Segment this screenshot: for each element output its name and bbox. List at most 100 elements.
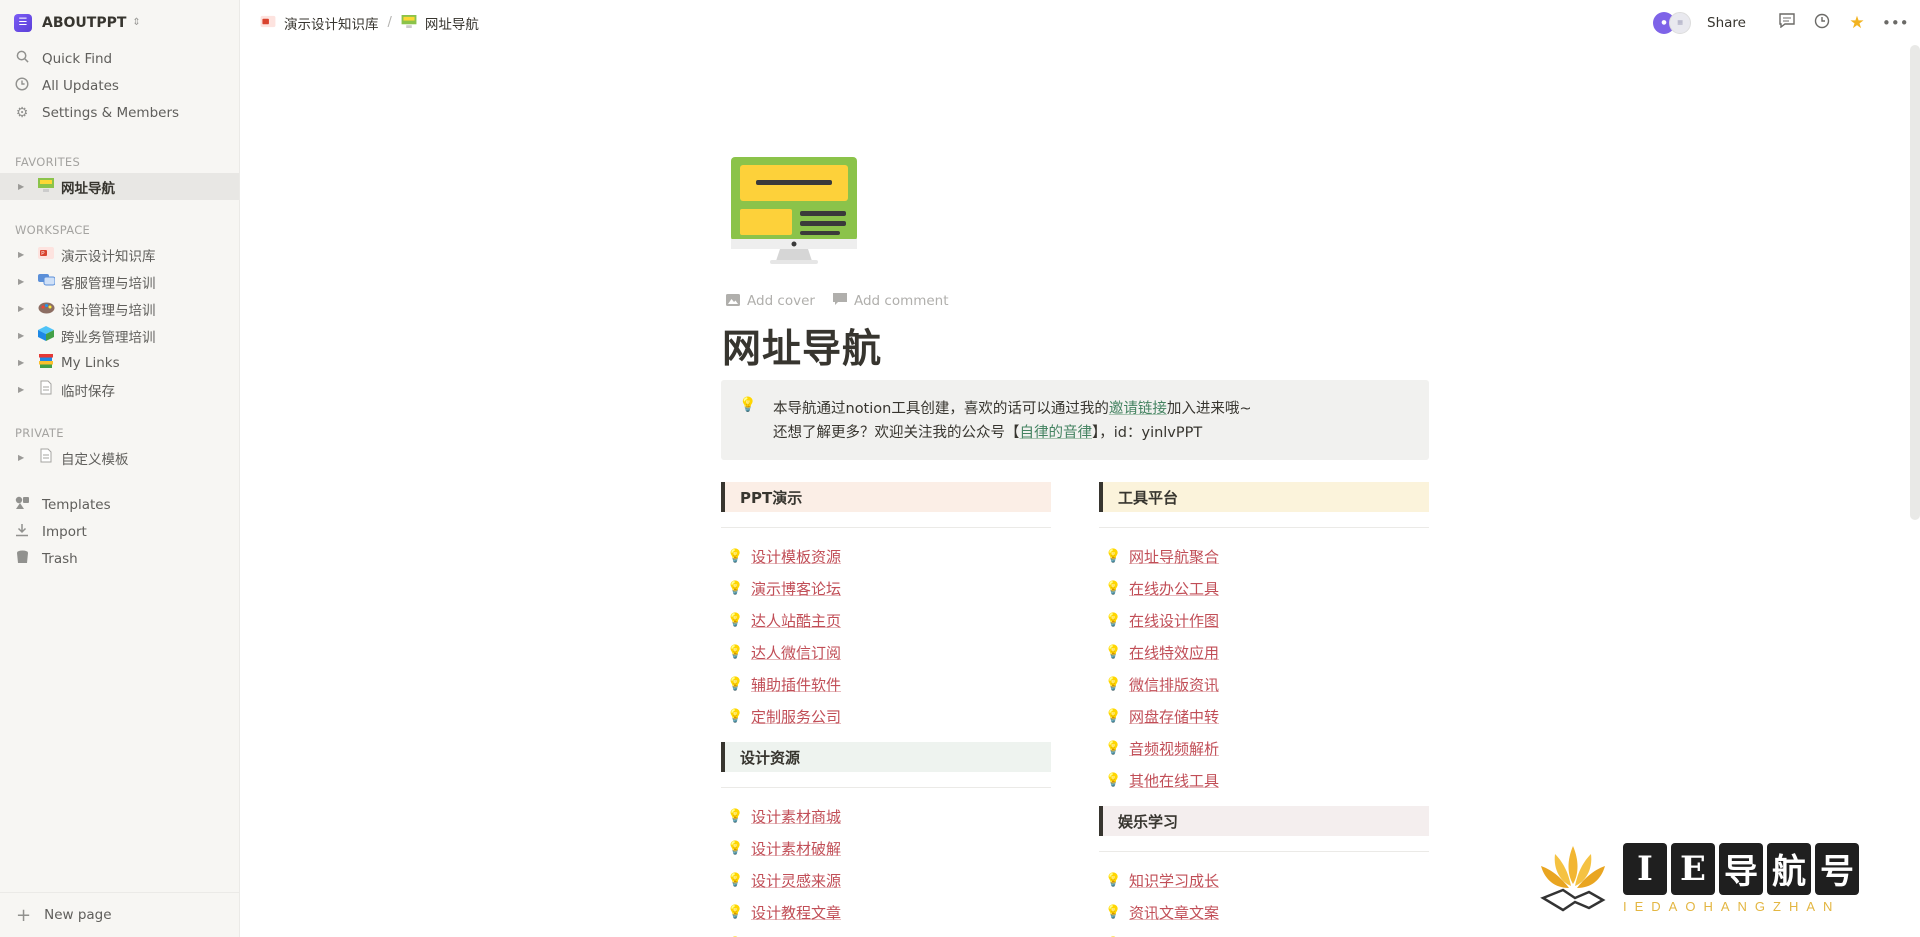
- callout-text-segment: 】，id：yinlvPPT: [1092, 425, 1203, 441]
- sidebar-item-custom-template[interactable]: ▶ 自定义模板: [0, 444, 239, 471]
- wechat-account-link[interactable]: 自律的音律: [1020, 425, 1093, 441]
- link-item[interactable]: 💡 网址导航聚合: [1099, 540, 1429, 572]
- settings-members-button[interactable]: ⚙ Settings & Members: [0, 99, 239, 126]
- lightbulb-icon: 💡: [739, 397, 757, 413]
- link-text[interactable]: 设计模板资源: [751, 546, 841, 567]
- expand-triangle-icon[interactable]: ▶: [18, 331, 28, 340]
- link-item[interactable]: 💡 在线办公工具: [1099, 572, 1429, 604]
- more-options-icon[interactable]: •••: [1882, 14, 1909, 32]
- link-text[interactable]: 达人微信订阅: [751, 642, 841, 663]
- link-text[interactable]: 其他在线工具: [1129, 770, 1219, 791]
- favorite-star-icon[interactable]: ★: [1847, 13, 1867, 33]
- link-text[interactable]: 网址导航聚合: [1129, 546, 1219, 567]
- link-item[interactable]: 💡 在线特效应用: [1099, 636, 1429, 668]
- invite-link[interactable]: 邀请链接: [1109, 401, 1167, 417]
- sidebar-item-customer-service[interactable]: ▶ 客服管理与培训: [0, 268, 239, 295]
- link-item[interactable]: 💡 知识学习成长: [1099, 864, 1429, 896]
- link-text[interactable]: 辅助插件软件: [751, 674, 841, 695]
- link-text[interactable]: 达人站酷主页: [751, 610, 841, 631]
- link-item[interactable]: 💡 微信排版资讯: [1099, 668, 1429, 700]
- workspace-switcher[interactable]: ☰ ABOUTPPT ⇕: [0, 0, 239, 45]
- quick-find-button[interactable]: Quick Find: [0, 45, 239, 72]
- link-item[interactable]: 💡 演示博客论坛: [721, 572, 1051, 604]
- expand-triangle-icon[interactable]: ▶: [18, 250, 28, 259]
- clock-icon: [14, 76, 30, 95]
- link-text[interactable]: 资讯文章文案: [1129, 902, 1219, 923]
- link-item[interactable]: 💡网页界面交互: [721, 928, 1051, 937]
- link-item[interactable]: 💡 设计模板资源: [721, 540, 1051, 572]
- history-clock-icon[interactable]: [1812, 13, 1832, 33]
- sidebar-item-cross-business[interactable]: ▶ 跨业务管理培训: [0, 322, 239, 349]
- link-text[interactable]: 设计素材商城: [751, 806, 841, 827]
- link-text[interactable]: 在线设计作图: [1129, 610, 1219, 631]
- link-text[interactable]: 网页界面交互: [751, 934, 841, 937]
- link-text[interactable]: 主流新闻媒体: [1129, 934, 1219, 937]
- expand-triangle-icon[interactable]: ▶: [18, 277, 28, 286]
- expand-triangle-icon[interactable]: ▶: [18, 385, 28, 394]
- lightbulb-icon: 💡: [1105, 708, 1122, 724]
- import-button[interactable]: Import: [0, 518, 239, 545]
- link-text[interactable]: 演示博客论坛: [751, 578, 841, 599]
- avatar-group[interactable]: ● ▦: [1653, 11, 1692, 34]
- sidebar-item-label: 设计管理与培训: [61, 302, 156, 319]
- expand-triangle-icon[interactable]: ▶: [18, 358, 28, 367]
- link-item[interactable]: 💡 网盘存储中转: [1099, 700, 1429, 732]
- link-text[interactable]: 网盘存储中转: [1129, 706, 1219, 727]
- add-comment-button[interactable]: Add comment: [832, 293, 949, 309]
- page-title[interactable]: 网址导航: [722, 318, 882, 374]
- sidebar-item-presentation-kb[interactable]: ▶ P 演示设计知识库: [0, 241, 239, 268]
- new-page-button[interactable]: + New page: [0, 892, 240, 937]
- sidebar: ☰ ABOUTPPT ⇕ Quick Find All Updates ⚙ Se…: [0, 0, 240, 937]
- link-item[interactable]: 💡 设计素材商城: [721, 800, 1051, 832]
- link-item[interactable]: 💡 设计素材破解: [721, 832, 1051, 864]
- all-updates-button[interactable]: All Updates: [0, 72, 239, 99]
- trash-button[interactable]: Trash: [0, 545, 239, 572]
- expand-triangle-icon[interactable]: ▶: [18, 304, 28, 313]
- link-item[interactable]: 💡 达人微信订阅: [721, 636, 1051, 668]
- link-text[interactable]: 知识学习成长: [1129, 870, 1219, 891]
- breadcrumb-item-url-nav[interactable]: 网址导航: [401, 13, 479, 33]
- breadcrumb-item-presentation-kb[interactable]: 演示设计知识库: [260, 13, 379, 33]
- link-item[interactable]: 💡 在线设计作图: [1099, 604, 1429, 636]
- sidebar-item-label: 客服管理与培训: [61, 275, 156, 292]
- link-item[interactable]: 💡 音频视频解析: [1099, 732, 1429, 764]
- sidebar-item-label: 跨业务管理培训: [61, 329, 156, 346]
- scrollbar[interactable]: [1910, 45, 1920, 520]
- private-section-label: PRIVATE: [15, 426, 64, 440]
- link-text[interactable]: 在线办公工具: [1129, 578, 1219, 599]
- expand-triangle-icon[interactable]: ▶: [18, 453, 28, 462]
- link-item[interactable]: 💡 辅助插件软件: [721, 668, 1051, 700]
- link-item[interactable]: 💡 设计灵感来源: [721, 864, 1051, 896]
- templates-button[interactable]: Templates: [0, 491, 239, 518]
- link-text[interactable]: 在线特效应用: [1129, 642, 1219, 663]
- link-item[interactable]: 💡 资讯文章文案: [1099, 896, 1429, 928]
- lightbulb-icon: 💡: [727, 580, 744, 596]
- lightbulb-icon: 💡: [727, 904, 744, 920]
- templates-label: Templates: [42, 496, 111, 513]
- link-text[interactable]: 微信排版资讯: [1129, 674, 1219, 695]
- comment-icon[interactable]: [1777, 13, 1797, 32]
- watermark-subtitle: IEDAOHANGZHAN: [1623, 898, 1841, 914]
- link-item[interactable]: 💡 设计教程文章: [721, 896, 1051, 928]
- lightbulb-icon: 💡: [1105, 644, 1122, 660]
- link-item[interactable]: 💡主流新闻媒体: [1099, 928, 1429, 937]
- presentation-icon: P: [37, 246, 55, 264]
- link-item[interactable]: 💡 达人站酷主页: [721, 604, 1051, 636]
- link-text[interactable]: 设计教程文章: [751, 902, 841, 923]
- link-item[interactable]: 💡 定制服务公司: [721, 700, 1051, 732]
- add-cover-button[interactable]: Add cover: [726, 293, 815, 309]
- link-text[interactable]: 设计灵感来源: [751, 870, 841, 891]
- link-text[interactable]: 设计素材破解: [751, 838, 841, 859]
- sidebar-item-design-management[interactable]: ▶ 设计管理与培训: [0, 295, 239, 322]
- expand-triangle-icon[interactable]: ▶: [18, 182, 28, 191]
- sidebar-item-temp-save[interactable]: ▶ 临时保存: [0, 376, 239, 403]
- link-item[interactable]: 💡 其他在线工具: [1099, 764, 1429, 796]
- link-text[interactable]: 定制服务公司: [751, 706, 841, 727]
- sidebar-item-url-nav[interactable]: ▶ 网址导航: [0, 173, 239, 200]
- chat-icon: [37, 273, 55, 291]
- share-button[interactable]: Share: [1707, 15, 1746, 31]
- sidebar-item-my-links[interactable]: ▶ My Links: [0, 349, 239, 376]
- avatar[interactable]: ▦: [1669, 11, 1692, 34]
- link-text[interactable]: 音频视频解析: [1129, 738, 1219, 759]
- page-emoji-monitor-icon[interactable]: [730, 155, 858, 265]
